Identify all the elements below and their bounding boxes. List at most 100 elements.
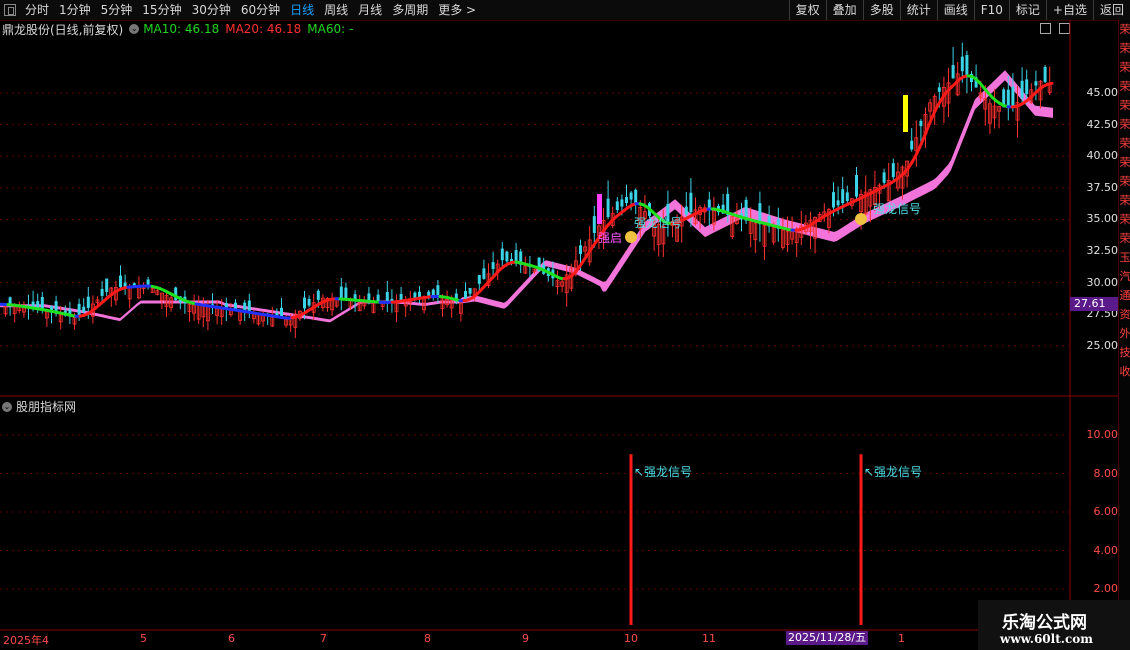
- candle-body: [385, 291, 389, 303]
- strip-char: 荣: [1119, 23, 1130, 36]
- money-bag-icon: [625, 231, 637, 243]
- candle-body: [625, 197, 628, 204]
- strip-char: 荣: [1119, 175, 1130, 188]
- candle-body: [1043, 66, 1047, 82]
- ma-line-segment: [926, 115, 934, 129]
- candle-body: [119, 275, 122, 288]
- breakout-signal-bar: [903, 95, 908, 132]
- money-bag-icon: [855, 213, 867, 225]
- indicator-signal-1: ↖强龙信号: [634, 465, 693, 479]
- candle-body: [629, 192, 633, 200]
- candle-body: [937, 87, 941, 92]
- ma-band: [0, 70, 1053, 323]
- strip-char: 荣: [1119, 156, 1130, 169]
- price-tick: 40.00: [1086, 149, 1119, 163]
- strip-char: 荣: [1119, 213, 1130, 226]
- candle-body: [689, 192, 693, 213]
- candle-body: [482, 268, 486, 279]
- indicator-tick: 10.00: [1086, 428, 1119, 441]
- candle-body: [303, 297, 306, 309]
- indicator-title: ⌄ 股朋指标网: [2, 398, 76, 415]
- strip-char: 荣: [1119, 61, 1130, 74]
- candle-body: [965, 55, 969, 77]
- candle-body: [855, 175, 858, 197]
- price-tick: 37.50: [1086, 180, 1119, 194]
- indicator-name: 股朋指标网: [16, 400, 77, 414]
- start-signal-label: 强启: [598, 231, 623, 245]
- candle-body: [431, 289, 435, 296]
- watermark-name: 乐淘公式网: [1002, 613, 1087, 633]
- candle-body: [307, 299, 311, 306]
- date-tick: 9: [522, 632, 529, 645]
- date-tick: 11: [702, 632, 716, 645]
- candle-body: [468, 287, 472, 294]
- date-tick: 8: [424, 632, 431, 645]
- price-tick: 30.00: [1086, 275, 1119, 289]
- price-tick: 32.50: [1086, 244, 1119, 257]
- candle-body: [477, 275, 481, 284]
- strip-char: 汽: [1119, 270, 1130, 283]
- indicator-signal-2: ↖强龙信号: [864, 465, 923, 479]
- candle-body: [464, 290, 467, 299]
- price-tick: 45.00: [1086, 86, 1119, 99]
- candle-body: [882, 172, 886, 183]
- date-tick: 10: [624, 632, 638, 645]
- indicator-tick: 2.00: [1093, 582, 1119, 595]
- price-tick: 25.00: [1086, 338, 1119, 352]
- strip-char: 通: [1119, 289, 1130, 302]
- current-price-tag: 27.61: [1070, 297, 1118, 311]
- candle-body: [427, 291, 431, 296]
- indicator-tick: 8.00: [1093, 466, 1119, 480]
- candle-body: [1020, 80, 1024, 99]
- candle-body: [951, 65, 955, 79]
- indicator-tick: 6.00: [1093, 505, 1119, 518]
- candle-body: [82, 306, 86, 312]
- date-tick: 7: [320, 632, 327, 645]
- strip-char: 技: [1119, 346, 1130, 359]
- candle-body: [960, 56, 964, 72]
- candle-body: [910, 140, 914, 150]
- ma-line-segment: [1046, 81, 1054, 86]
- chevron-down-icon[interactable]: ⌄: [2, 401, 12, 412]
- strip-char: 荣: [1119, 194, 1130, 207]
- kline-chart[interactable]: [0, 0, 1130, 650]
- candle-body: [77, 303, 81, 316]
- date-tick: 6: [228, 632, 235, 645]
- candle-body: [615, 201, 619, 211]
- candle-body: [845, 192, 849, 201]
- candle-body: [832, 192, 835, 208]
- start-signal-bar: [597, 194, 602, 224]
- ma-line-segment: [922, 125, 930, 139]
- strip-char: 荣: [1119, 118, 1130, 131]
- candle-body: [592, 216, 596, 233]
- signal-label-main-1: 强龙信号: [634, 216, 683, 230]
- watermark: 乐淘公式网 www.60lt.com: [978, 600, 1130, 650]
- candle-body: [418, 291, 421, 298]
- candle-body: [620, 199, 624, 207]
- strip-char: 荣: [1119, 80, 1130, 93]
- strip-char: 玉: [1119, 251, 1130, 264]
- candle-body: [491, 262, 495, 270]
- candle-body: [1011, 86, 1015, 107]
- candle-body: [105, 278, 109, 292]
- indicator-tick: 4.00: [1093, 543, 1119, 557]
- strip-char: 收: [1119, 365, 1130, 378]
- candle-body: [836, 200, 840, 206]
- candle-body: [891, 163, 895, 178]
- candle-body: [684, 206, 688, 215]
- date-tick: 5: [140, 632, 147, 645]
- candle-body: [579, 245, 582, 254]
- candle-body: [500, 248, 504, 261]
- candle-body: [86, 296, 90, 308]
- candle-body: [1025, 79, 1029, 95]
- strip-char: 荣: [1119, 99, 1130, 112]
- candle-body: [413, 292, 417, 298]
- price-tick: 35.00: [1086, 212, 1119, 226]
- strip-char: 荣: [1119, 42, 1130, 55]
- candle-body: [1034, 81, 1038, 86]
- candle-body: [316, 290, 320, 300]
- watermark-url: www.60lt.com: [1000, 632, 1093, 646]
- candle-body: [505, 251, 509, 262]
- candle-body: [634, 189, 638, 204]
- candle-body: [919, 120, 923, 127]
